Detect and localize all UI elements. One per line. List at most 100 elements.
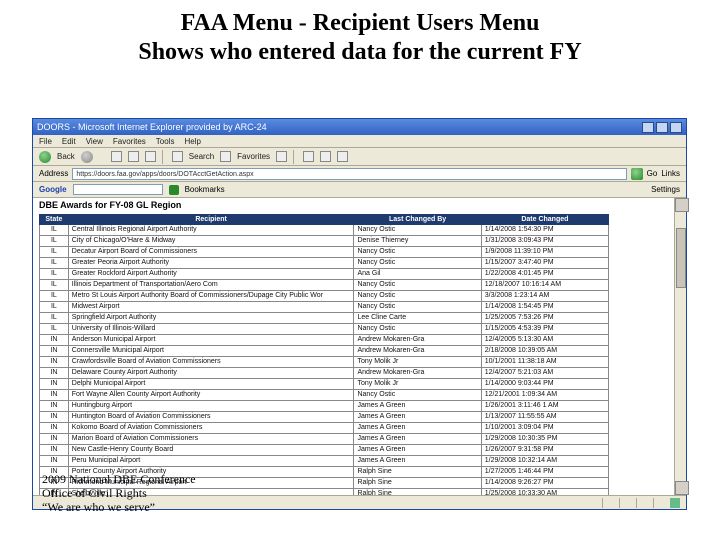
cell-recipient: Peru Municipal Airport xyxy=(68,456,354,467)
cell-by: Tony Molik Jr xyxy=(354,357,481,368)
refresh-icon[interactable] xyxy=(128,151,139,162)
col-date[interactable]: Date Changed xyxy=(481,215,608,225)
table-row[interactable]: INHuntingburg AirportJames A Green1/26/2… xyxy=(40,401,609,412)
back-icon[interactable] xyxy=(39,151,51,163)
cell-date: 12/4/2007 5:21:03 AM xyxy=(481,368,608,379)
cell-state: IN xyxy=(40,346,69,357)
cell-by: Ralph Sine xyxy=(354,478,481,489)
cell-state: IL xyxy=(40,247,69,258)
footer-line2: Office of Civil Rights xyxy=(42,486,196,500)
table-row[interactable]: INDelphi Municipal AirportTony Molik Jr1… xyxy=(40,379,609,390)
table-row[interactable]: INDelaware County Airport AuthorityAndre… xyxy=(40,368,609,379)
cell-recipient: Greater Rockford Airport Authority xyxy=(68,269,354,280)
scrollbar-thumb[interactable] xyxy=(676,228,686,288)
table-row[interactable]: INConnersville Municipal AirportAndrew M… xyxy=(40,346,609,357)
maximize-button[interactable] xyxy=(656,122,668,133)
close-button[interactable] xyxy=(670,122,682,133)
table-row[interactable]: ILMetro St Louis Airport Authority Board… xyxy=(40,291,609,302)
table-row[interactable]: ILCity of Chicago/O'Hare & MidwayDenise … xyxy=(40,236,609,247)
table-row[interactable]: ILSpringfield Airport AuthorityLee Cline… xyxy=(40,313,609,324)
cell-date: 10/1/2001 11:38:18 AM xyxy=(481,357,608,368)
table-row[interactable]: ILGreater Rockford Airport AuthorityAna … xyxy=(40,269,609,280)
browser-window: DOORS - Microsoft Internet Explorer prov… xyxy=(32,118,687,510)
cell-by: Nancy Ostic xyxy=(354,225,481,236)
cell-by: Nancy Ostic xyxy=(354,280,481,291)
table-row[interactable]: ILDecatur Airport Board of Commissioners… xyxy=(40,247,609,258)
table-row[interactable]: INMarion Board of Aviation Commissioners… xyxy=(40,434,609,445)
table-row[interactable]: ILCentral Illinois Regional Airport Auth… xyxy=(40,225,609,236)
go-label[interactable]: Go xyxy=(647,169,658,178)
cell-recipient: Central Illinois Regional Airport Author… xyxy=(68,225,354,236)
minimize-button[interactable] xyxy=(642,122,654,133)
table-row[interactable]: INFort Wayne Allen County Airport Author… xyxy=(40,390,609,401)
table-row[interactable]: ILIllinois Department of Transportation/… xyxy=(40,280,609,291)
cell-state: IL xyxy=(40,269,69,280)
table-row[interactable]: INHuntington Board of Aviation Commissio… xyxy=(40,412,609,423)
bookmarks-label[interactable]: Bookmarks xyxy=(185,185,225,194)
home-icon[interactable] xyxy=(145,151,156,162)
cell-state: IN xyxy=(40,401,69,412)
cell-state: IN xyxy=(40,445,69,456)
col-by[interactable]: Last Changed By xyxy=(354,215,481,225)
cell-date: 1/25/2005 7:53:26 PM xyxy=(481,313,608,324)
mail-icon[interactable] xyxy=(303,151,314,162)
menu-help[interactable]: Help xyxy=(184,137,200,146)
print-icon[interactable] xyxy=(320,151,331,162)
settings-label[interactable]: Settings xyxy=(651,185,680,194)
search-label[interactable]: Search xyxy=(189,152,214,161)
forward-icon[interactable] xyxy=(81,151,93,163)
slide-title-line2: Shows who entered data for the current F… xyxy=(20,39,700,66)
table-row[interactable]: INNew Castle-Henry County BoardJames A G… xyxy=(40,445,609,456)
favorites-icon[interactable] xyxy=(220,151,231,162)
cell-recipient: Metro St Louis Airport Authority Board o… xyxy=(68,291,354,302)
cell-recipient: Kokomo Board of Aviation Commissioners xyxy=(68,423,354,434)
table-row[interactable]: ILMidwest AirportNancy Ostic1/14/2008 1:… xyxy=(40,302,609,313)
vertical-scrollbar[interactable] xyxy=(674,198,686,495)
menu-favorites[interactable]: Favorites xyxy=(113,137,146,146)
cell-date: 1/15/2007 3:47:40 PM xyxy=(481,258,608,269)
table-row[interactable]: ILUniversity of Illinois-WillardNancy Os… xyxy=(40,324,609,335)
col-state[interactable]: State xyxy=(40,215,69,225)
favorites-label[interactable]: Favorites xyxy=(237,152,270,161)
cell-date: 1/27/2005 1:46:44 PM xyxy=(481,467,608,478)
back-label[interactable]: Back xyxy=(57,152,75,161)
address-input[interactable]: https://doors.faa.gov/apps/doors/DOTAcct… xyxy=(72,168,626,180)
search-icon[interactable] xyxy=(172,151,183,162)
go-button[interactable] xyxy=(631,168,643,180)
menu-view[interactable]: View xyxy=(86,137,103,146)
cell-state: IL xyxy=(40,324,69,335)
table-row[interactable]: INAnderson Municipal AirportAndrew Mokar… xyxy=(40,335,609,346)
cell-date: 1/9/2008 11:39:10 PM xyxy=(481,247,608,258)
cell-recipient: New Castle-Henry County Board xyxy=(68,445,354,456)
menubar: File Edit View Favorites Tools Help xyxy=(33,135,686,148)
menu-edit[interactable]: Edit xyxy=(62,137,76,146)
cell-state: IN xyxy=(40,390,69,401)
cell-by: Ana Gil xyxy=(354,269,481,280)
links-label[interactable]: Links xyxy=(661,169,680,178)
stop-icon[interactable] xyxy=(111,151,122,162)
col-recipient[interactable]: Recipient xyxy=(68,215,354,225)
cell-date: 1/26/2001 3:11:46 1 AM xyxy=(481,401,608,412)
cell-date: 1/26/2007 9:31:58 PM xyxy=(481,445,608,456)
cell-by: Andrew Mokaren-Gra xyxy=(354,368,481,379)
cell-by: Nancy Ostic xyxy=(354,390,481,401)
menu-tools[interactable]: Tools xyxy=(156,137,175,146)
cell-recipient: Midwest Airport xyxy=(68,302,354,313)
table-row[interactable]: ILGreater Peoria Airport AuthorityNancy … xyxy=(40,258,609,269)
google-go-icon[interactable] xyxy=(169,185,179,195)
cell-by: Nancy Ostic xyxy=(354,302,481,313)
table-row[interactable]: INPeru Municipal AirportJames A Green1/2… xyxy=(40,456,609,467)
edit-icon[interactable] xyxy=(337,151,348,162)
table-row[interactable]: INKokomo Board of Aviation Commissioners… xyxy=(40,423,609,434)
toolbar: Back Search Favorites xyxy=(33,148,686,166)
cell-state: IN xyxy=(40,335,69,346)
table-row[interactable]: INCrawfordsville Board of Aviation Commi… xyxy=(40,357,609,368)
menu-file[interactable]: File xyxy=(39,137,52,146)
cell-state: IL xyxy=(40,258,69,269)
google-label: Google xyxy=(39,185,67,194)
cell-by: Lee Cline Carte xyxy=(354,313,481,324)
cell-state: IN xyxy=(40,368,69,379)
cell-recipient: Anderson Municipal Airport xyxy=(68,335,354,346)
history-icon[interactable] xyxy=(276,151,287,162)
google-search-input[interactable] xyxy=(73,184,163,195)
